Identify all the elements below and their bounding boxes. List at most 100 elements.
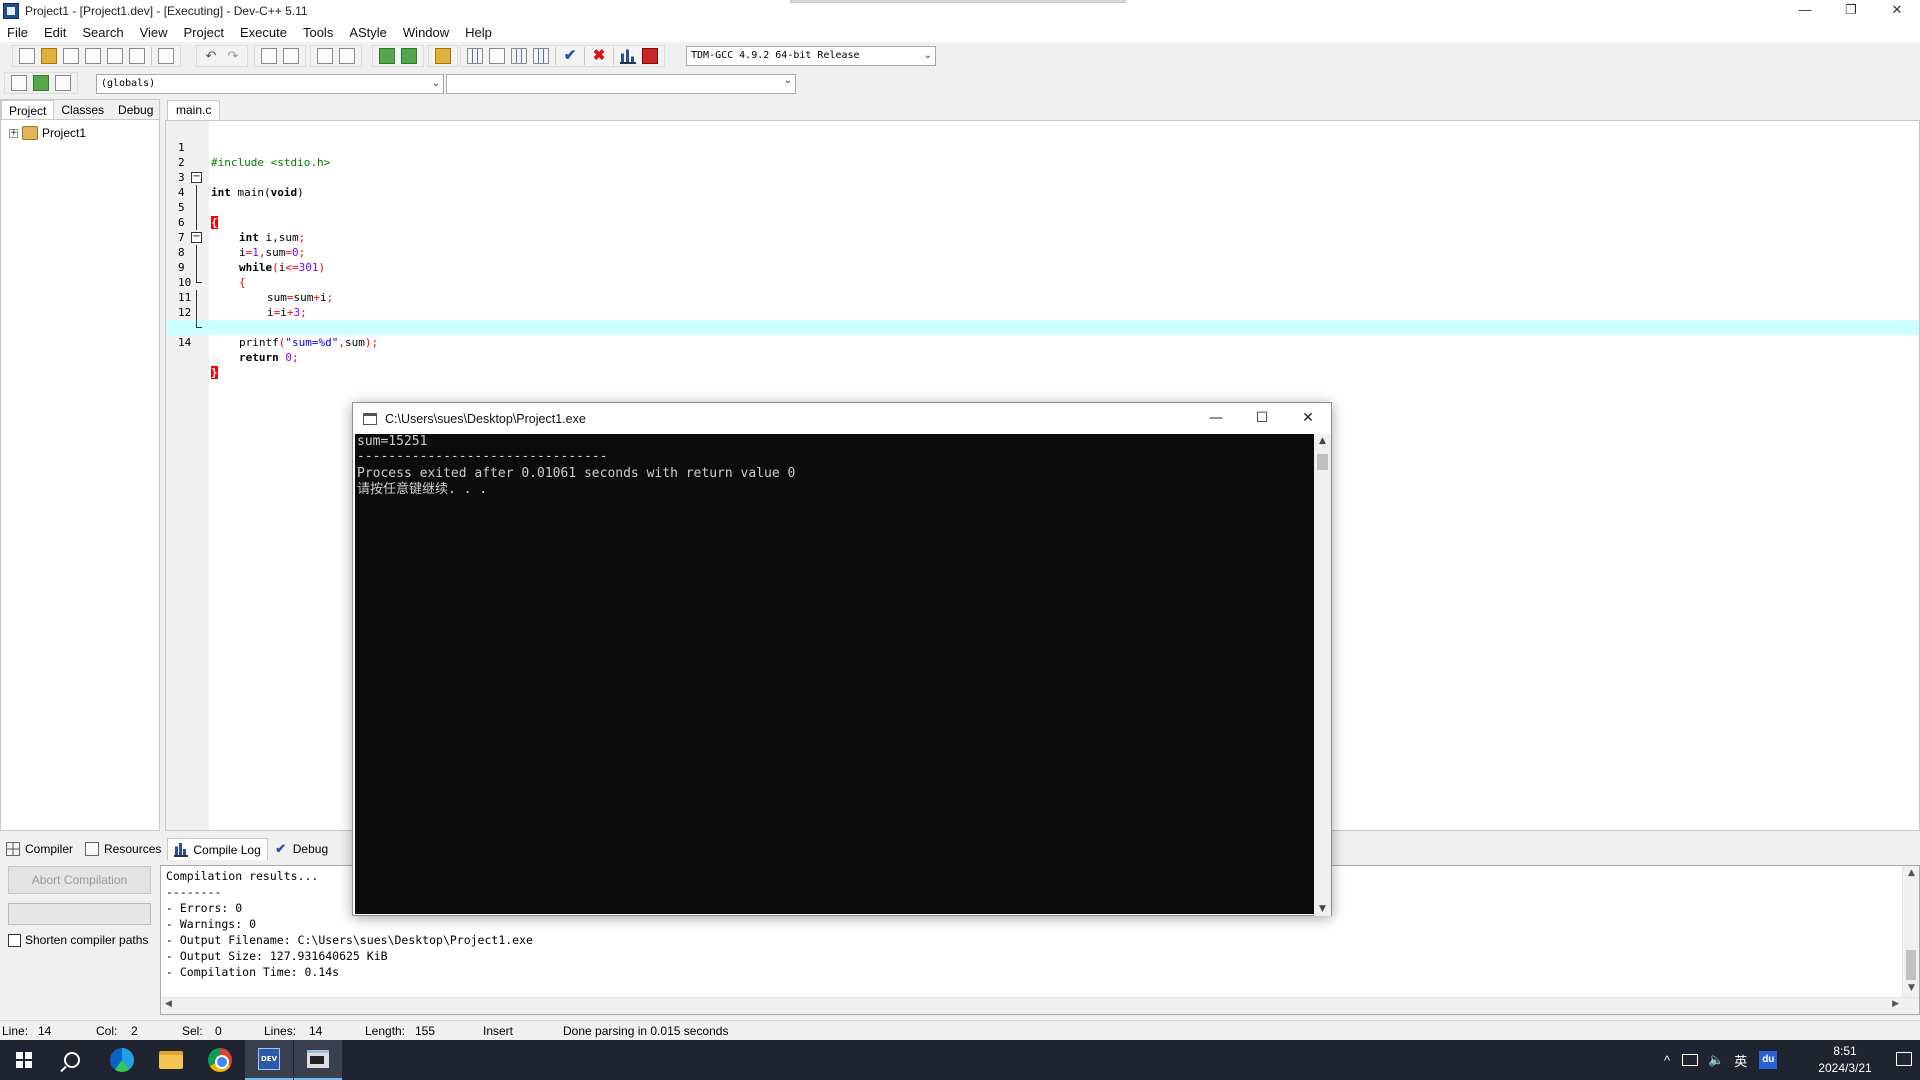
run-icon[interactable] <box>489 48 505 64</box>
taskbar-chrome[interactable] <box>196 1040 244 1080</box>
tab-resources[interactable]: Resources <box>79 838 167 860</box>
taskbar-file-explorer[interactable] <box>147 1040 195 1080</box>
baidu-input-icon[interactable]: du <box>1759 1051 1778 1069</box>
scroll-thumb[interactable] <box>1906 950 1916 980</box>
log-line: -------- <box>166 885 222 899</box>
open-file-icon[interactable] <box>41 48 57 64</box>
tab-main-c[interactable]: main.c <box>167 100 221 120</box>
menu-edit[interactable]: Edit <box>36 25 74 40</box>
console-minimize-button[interactable]: — <box>1193 403 1239 434</box>
tab-compile-log[interactable]: Compile Log <box>167 838 268 860</box>
new-file-icon[interactable] <box>19 48 35 64</box>
restore-button[interactable]: ❐ <box>1828 0 1874 22</box>
goto-declaration-icon[interactable] <box>11 75 27 91</box>
close-all-icon[interactable] <box>129 48 145 64</box>
menu-project[interactable]: Project <box>176 25 232 40</box>
abort-compilation-button[interactable]: Abort Compilation <box>8 866 151 894</box>
scroll-right-icon[interactable]: ▶ <box>1892 999 1899 1009</box>
fold-collapse-icon[interactable]: − <box>191 172 202 183</box>
compile-progress-bar <box>8 903 151 925</box>
goto-definition-icon[interactable] <box>33 75 49 91</box>
tab-debug[interactable]: Debug <box>111 100 160 119</box>
project-options-icon[interactable] <box>435 48 451 64</box>
taskbar-devcpp[interactable]: DEV <box>245 1040 293 1080</box>
expand-icon[interactable]: + <box>9 128 18 138</box>
scroll-down-icon[interactable]: ▼ <box>1903 983 1920 993</box>
menu-search[interactable]: Search <box>74 25 131 40</box>
console-output[interactable]: sum=15251 ------------------------------… <box>355 434 1316 914</box>
status-col-label: Col: <box>96 1024 118 1038</box>
menu-execute[interactable]: Execute <box>232 25 295 40</box>
syntax-check-icon[interactable]: ✔ <box>562 48 578 64</box>
find-icon[interactable] <box>261 48 277 64</box>
scroll-left-icon[interactable]: ◀ <box>165 999 172 1009</box>
scroll-down-icon[interactable]: ▼ <box>1314 904 1331 914</box>
menu-window[interactable]: Window <box>395 25 457 40</box>
start-button[interactable] <box>0 1040 48 1080</box>
console-maximize-button[interactable]: ☐ <box>1239 403 1285 434</box>
close-file-icon[interactable] <box>107 48 123 64</box>
log-line: - Compilation Time: 0.14s <box>166 965 340 979</box>
log-horizontal-scrollbar[interactable]: ◀ ▶ <box>161 997 1919 1014</box>
unindent-icon[interactable] <box>339 48 355 64</box>
close-button[interactable]: ✕ <box>1874 0 1920 22</box>
tab-compiler[interactable]: Compiler <box>0 838 79 860</box>
function-select[interactable]: ⌄ <box>446 74 796 94</box>
fold-collapse-icon[interactable]: − <box>191 232 202 243</box>
menu-astyle[interactable]: AStyle <box>341 25 395 40</box>
tab-label: Debug <box>292 842 329 856</box>
show-hidden-icons-chevron-icon[interactable]: ^ <box>1664 1053 1670 1068</box>
console-close-button[interactable]: ✕ <box>1285 403 1331 434</box>
tab-project[interactable]: Project <box>1 100 55 119</box>
volume-icon[interactable]: 🔈 <box>1708 1052 1724 1068</box>
save-icon[interactable] <box>63 48 79 64</box>
scroll-up-icon[interactable]: ▲ <box>1903 868 1920 878</box>
menu-view[interactable]: View <box>132 25 176 40</box>
taskbar-clock[interactable]: 8:51 2024/3/21 <box>1810 1043 1880 1077</box>
taskbar-search-button[interactable] <box>48 1040 96 1080</box>
input-language-indicator[interactable]: 英 <box>1734 1051 1747 1070</box>
status-length-label: Length: <box>365 1024 406 1038</box>
chevron-down-icon: ⌄ <box>431 78 440 89</box>
save-all-icon[interactable] <box>85 48 101 64</box>
replace-icon[interactable] <box>283 48 299 64</box>
devcpp-icon: DEV <box>258 1048 280 1070</box>
compile-icon[interactable] <box>467 48 483 64</box>
checkbox-box[interactable] <box>8 933 21 947</box>
network-icon[interactable] <box>1682 1054 1699 1066</box>
menu-tools[interactable]: Tools <box>295 25 341 40</box>
menu-help[interactable]: Help <box>457 25 500 40</box>
undo-icon[interactable]: ↶ <box>203 48 219 64</box>
rebuild-all-icon[interactable] <box>533 48 549 64</box>
delete-profiling-icon[interactable] <box>642 48 658 64</box>
notification-center-icon[interactable] <box>1896 1052 1912 1066</box>
compile-run-icon[interactable] <box>511 48 527 64</box>
indent-icon[interactable] <box>317 48 333 64</box>
class-browser-icon[interactable] <box>55 75 71 91</box>
tree-item-label: Project1 <box>42 126 87 140</box>
minimize-button[interactable]: — <box>1782 0 1828 22</box>
remove-from-project-icon[interactable] <box>401 48 417 64</box>
print-icon[interactable] <box>158 48 174 64</box>
shorten-paths-checkbox[interactable]: Shorten compiler paths <box>8 933 148 947</box>
taskbar-console[interactable] <box>294 1040 342 1080</box>
tree-item-project1[interactable]: + Project1 <box>9 126 86 140</box>
scroll-up-icon[interactable]: ▲ <box>1314 436 1331 446</box>
console-window[interactable]: C:\Users\sues\Desktop\Project1.exe — ☐ ✕… <box>352 402 1332 916</box>
console-scrollbar[interactable]: ▲ ▼ <box>1314 434 1331 916</box>
menu-file[interactable]: File <box>0 25 36 40</box>
add-to-project-icon[interactable] <box>379 48 395 64</box>
compiler-select[interactable]: TDM-GCC 4.9.2 64-bit Release ⌄ <box>686 46 936 66</box>
log-vertical-scrollbar[interactable]: ▲ ▼ <box>1902 866 1919 997</box>
profile-analysis-icon[interactable] <box>620 48 636 64</box>
redo-icon[interactable]: ↷ <box>225 48 241 64</box>
fold-end-marker <box>196 320 202 328</box>
stop-execution-icon[interactable]: ✖ <box>591 48 607 64</box>
code-line: 2 <box>166 140 1919 169</box>
console-title-bar[interactable]: C:\Users\sues\Desktop\Project1.exe — ☐ ✕ <box>353 403 1331 434</box>
scroll-thumb[interactable] <box>1317 454 1328 470</box>
taskbar-edge[interactable] <box>98 1040 146 1080</box>
tab-classes[interactable]: Classes <box>54 100 111 119</box>
tab-debug-messages[interactable]: ✔ Debug <box>268 838 334 860</box>
scope-select[interactable]: (globals) ⌄ <box>96 74 444 94</box>
